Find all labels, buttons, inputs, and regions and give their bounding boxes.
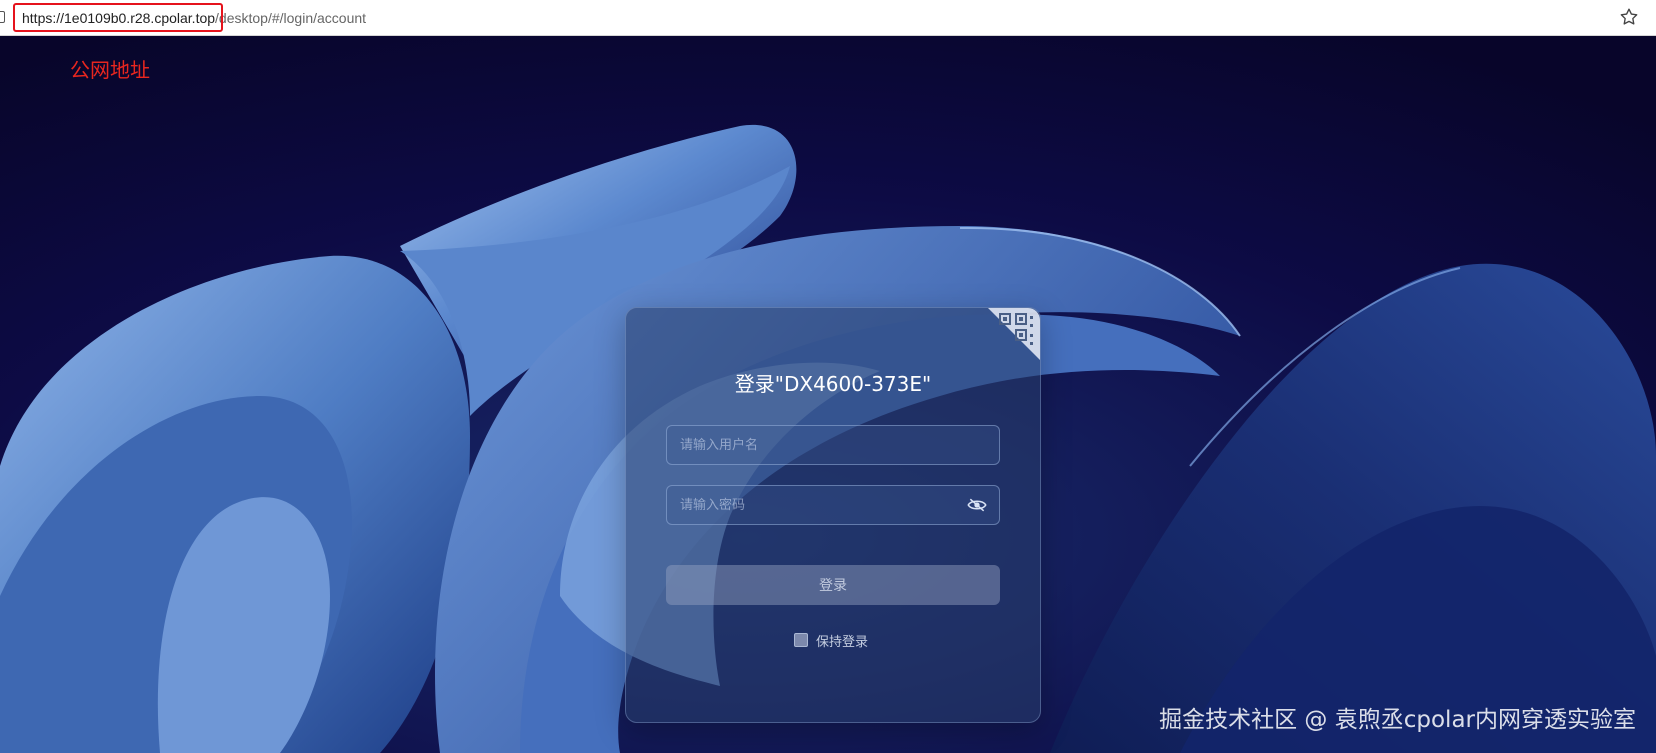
public-address-annotation: 公网地址: [70, 58, 150, 82]
username-input[interactable]: [667, 426, 999, 464]
site-info-icon[interactable]: [0, 11, 5, 23]
login-button[interactable]: 登录: [666, 565, 1000, 605]
keep-login-option[interactable]: 保持登录: [794, 631, 869, 650]
username-field-wrapper: [666, 425, 1000, 465]
password-input[interactable]: [667, 486, 999, 524]
watermark-text: 掘金技术社区 @ 袁煦丞cpolar内网穿透实验室: [1159, 707, 1636, 733]
eye-hidden-icon[interactable]: [967, 497, 987, 513]
url-highlight-box: [13, 3, 223, 32]
qr-code-icon: [988, 308, 1040, 360]
login-card: 登录"DX4600-373E" 登录 保持登录: [625, 307, 1041, 723]
url-path: /desktop/#/login/account: [215, 10, 367, 26]
login-title: 登录"DX4600-373E": [734, 372, 932, 396]
browser-address-bar: https://1e0109b0.r28.cpolar.top/desktop/…: [0, 0, 1656, 36]
keep-login-checkbox[interactable]: [794, 633, 808, 647]
password-field-wrapper: [666, 485, 1000, 525]
qr-code-login-toggle[interactable]: [988, 308, 1040, 360]
bookmark-star-icon[interactable]: [1618, 6, 1640, 28]
keep-login-label: 保持登录: [816, 634, 869, 650]
